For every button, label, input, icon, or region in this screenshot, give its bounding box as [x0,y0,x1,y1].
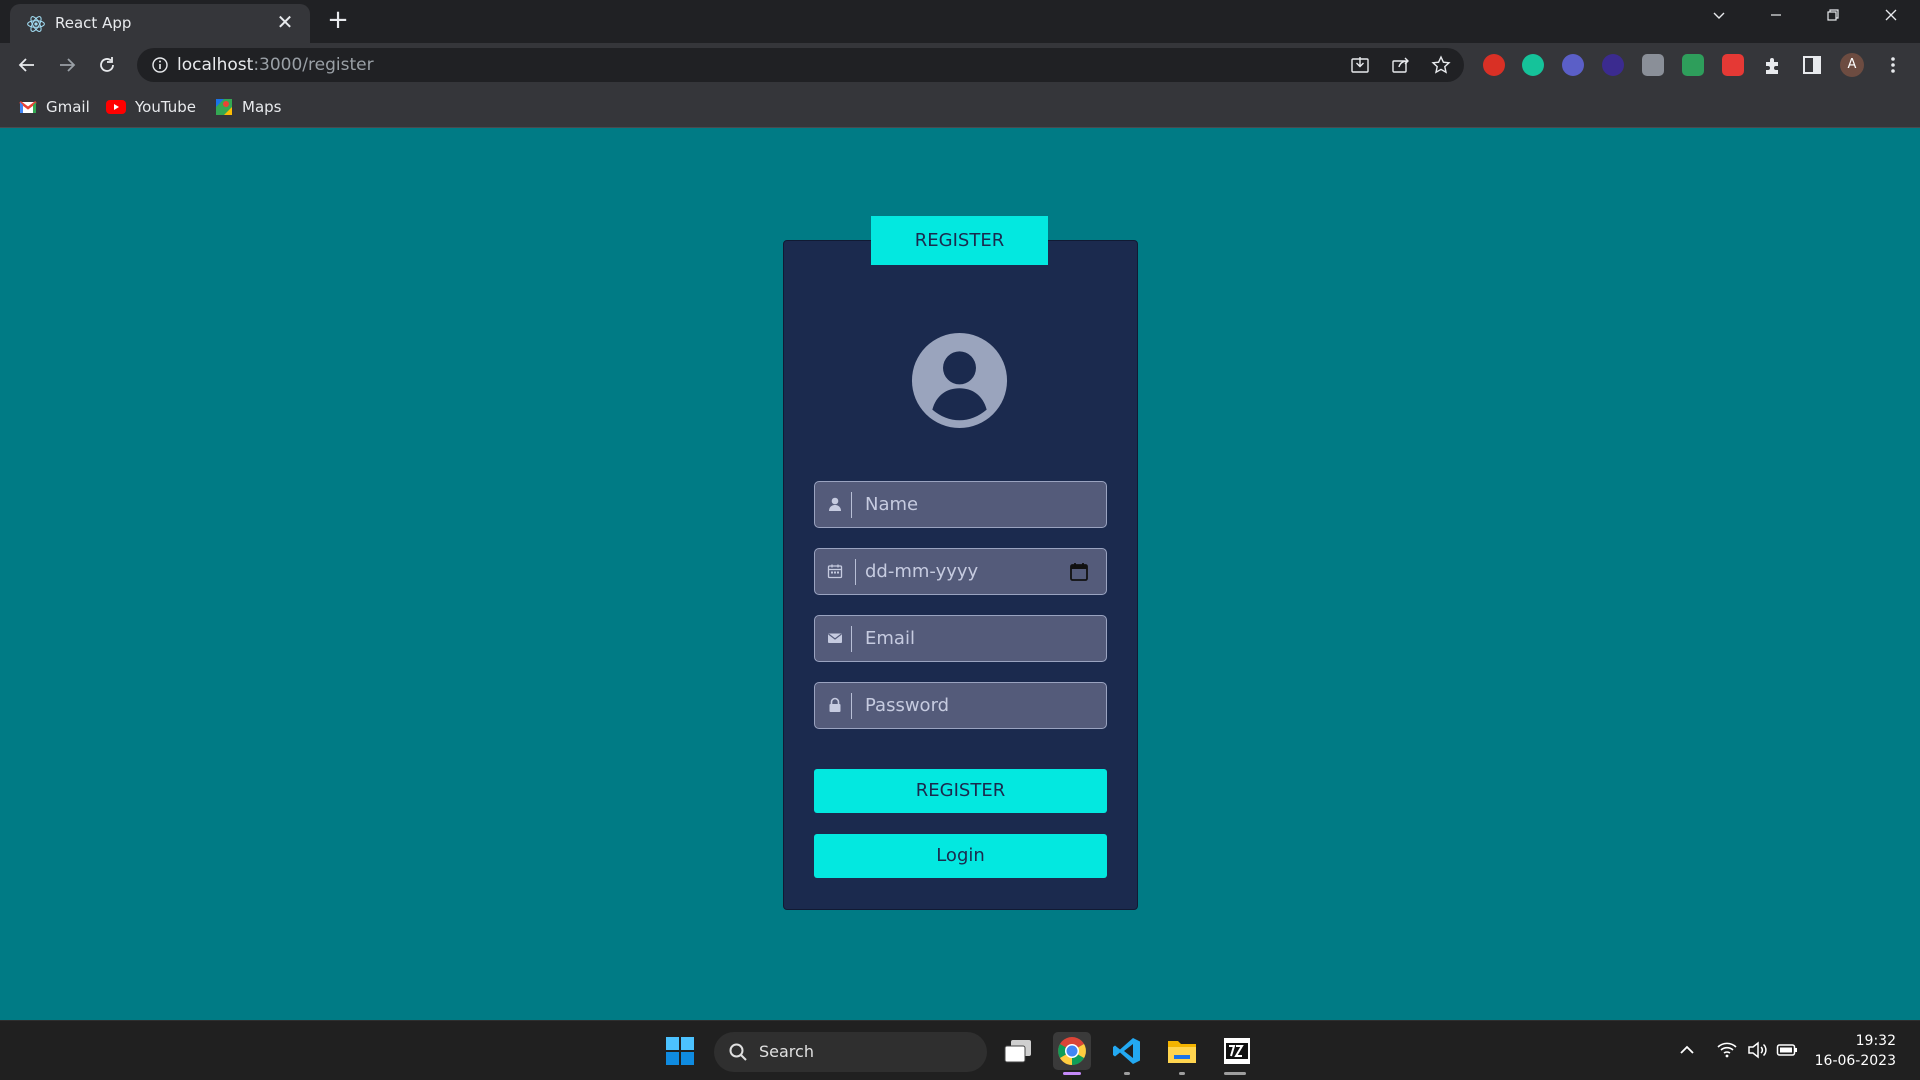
field-separator [851,492,852,518]
vscode-running-indicator [1124,1072,1130,1075]
minimize-window-icon[interactable] [1761,6,1791,30]
bookmark-label: Gmail [46,98,90,116]
share-icon[interactable] [1391,55,1411,75]
register-card-header: REGISTER [871,216,1048,265]
email-field[interactable]: Email [814,615,1107,662]
bookmark-maps[interactable]: Maps [215,96,281,118]
react-logo-icon [27,16,45,32]
task-view-icon[interactable] [999,1032,1037,1070]
tab-react-app[interactable]: React App ✕ [10,4,310,43]
extensions-puzzle-icon[interactable] [1762,54,1784,76]
bookmarks-bar: Gmail YouTube Maps [0,86,1920,128]
google-maps-icon [216,99,232,115]
back-arrow-icon[interactable] [13,51,41,79]
field-separator [851,693,852,719]
tab-search-chevron-icon[interactable] [1704,6,1734,30]
name-placeholder: Name [865,494,919,515]
volume-icon[interactable] [1746,1039,1768,1061]
taskbar-search-box[interactable]: Search [714,1032,987,1072]
clock-time: 19:32 [1855,1033,1896,1049]
browser-tab-strip: React App ✕ + [0,0,1920,43]
tab-title: React App [55,14,132,32]
7zip-running-indicator [1224,1072,1246,1075]
show-hidden-icons-chevron-icon[interactable] [1676,1039,1698,1061]
email-placeholder: Email [865,628,915,649]
date-picker-icon[interactable] [1070,562,1088,582]
password-field[interactable]: Password [814,682,1107,729]
grammarly-icon[interactable] [1522,54,1544,76]
bookmark-label: Maps [242,98,282,116]
chrome-taskbar-icon[interactable] [1053,1032,1091,1070]
address-bar[interactable]: localhost:3000/register [137,48,1464,82]
password-placeholder: Password [865,695,950,716]
install-app-icon[interactable] [1350,55,1370,75]
lock-icon [829,697,841,712]
calendar-icon [827,564,843,579]
bookmark-gmail[interactable]: Gmail [19,96,90,118]
start-windows-icon[interactable] [661,1032,699,1070]
close-window-icon[interactable] [1876,6,1906,30]
search-icon [729,1043,747,1061]
wifi-icon[interactable] [1716,1039,1738,1061]
date-of-birth-field[interactable]: dd-mm-yyyy [814,548,1107,595]
clock-date: 16-06-2023 [1814,1053,1896,1069]
forward-arrow-icon[interactable] [53,51,81,79]
extension-4-icon[interactable] [1602,54,1624,76]
7zip-taskbar-icon[interactable] [1218,1032,1256,1070]
url-text: localhost:3000/register [177,55,374,75]
extension-1-icon[interactable] [1483,54,1505,76]
envelope-icon [828,633,842,643]
field-separator [855,559,856,585]
register-button[interactable]: REGISTER [814,769,1107,813]
name-field[interactable]: Name [814,481,1107,528]
browser-toolbar: localhost:3000/register [0,43,1920,86]
windows-taskbar: Search 19:32 16-06-2023 [0,1020,1920,1080]
bookmark-youtube[interactable]: YouTube [106,96,196,118]
login-button[interactable]: Login [814,834,1107,878]
side-panel-icon[interactable] [1801,54,1823,76]
file-explorer-taskbar-icon[interactable] [1163,1032,1201,1070]
vscode-taskbar-icon[interactable] [1108,1032,1146,1070]
chrome-active-indicator [1063,1072,1081,1075]
battery-icon[interactable] [1776,1039,1798,1061]
search-label: Search [759,1042,814,1061]
date-placeholder: dd-mm-yyyy [865,561,979,582]
new-tab-button[interactable]: + [324,6,352,34]
gmail-icon [19,101,37,113]
bookmark-label: YouTube [135,98,196,116]
youtube-icon [106,100,126,114]
more-menu-icon[interactable] [1882,54,1904,76]
explorer-running-indicator [1179,1072,1185,1075]
bookmark-star-icon[interactable] [1431,55,1451,75]
extension-3-icon[interactable] [1562,54,1584,76]
user-icon [829,497,841,511]
user-avatar-icon [911,332,1008,429]
field-separator [851,626,852,652]
system-clock[interactable]: 19:32 16-06-2023 [1815,1031,1896,1071]
restore-window-icon[interactable] [1818,6,1848,30]
profile-avatar[interactable]: A [1840,53,1864,77]
extension-7-icon[interactable] [1722,54,1744,76]
extension-6-icon[interactable] [1682,54,1704,76]
reload-icon[interactable] [93,51,121,79]
site-info-icon[interactable] [151,56,169,74]
close-tab-icon[interactable]: ✕ [274,11,296,33]
extension-5-icon[interactable] [1642,54,1664,76]
